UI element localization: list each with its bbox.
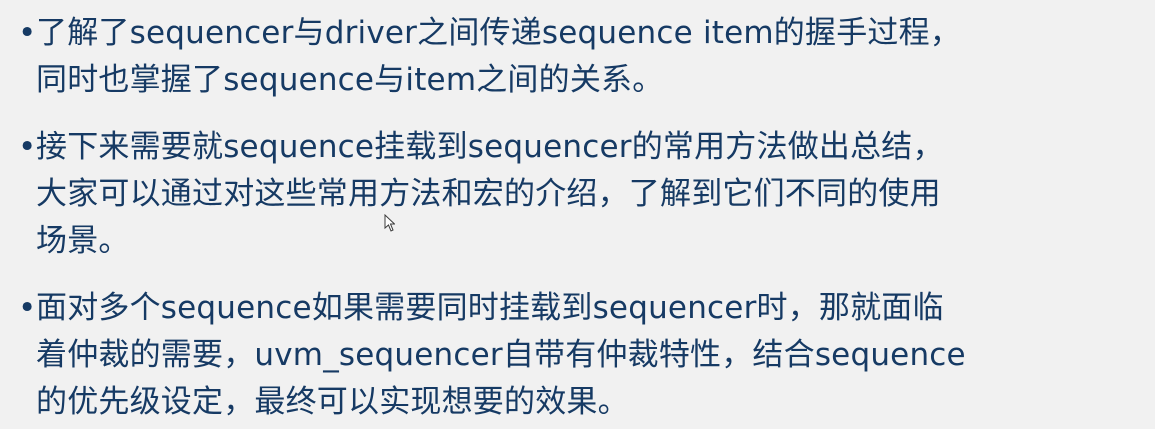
bullet-marker: • bbox=[18, 129, 37, 165]
bullet-1-line-1: 了解了sequencer与driver之间传递sequence item的握手过… bbox=[36, 15, 962, 51]
bullet-list: • 了解了sequencer与driver之间传递sequence item的握… bbox=[18, 10, 1142, 426]
bullet-item-2: • 接下来需要就sequence挂载到sequencer的常用方法做出总结， 大… bbox=[18, 124, 1142, 265]
bullet-marker: • bbox=[18, 290, 37, 326]
bullet-item-3: • 面对多个sequence如果需要同时挂载到sequencer时，那就面临 着… bbox=[18, 285, 1142, 426]
bullet-2-line-1: 接下来需要就sequence挂载到sequencer的常用方法做出总结， bbox=[36, 129, 944, 165]
bullet-2-line-2: 大家可以通过对这些常用方法和宏的介绍，了解到它们不同的使用 bbox=[36, 176, 941, 212]
slide-canvas: • 了解了sequencer与driver之间传递sequence item的握… bbox=[0, 0, 1155, 429]
bullet-marker: • bbox=[18, 15, 37, 51]
bullet-1-line-2: 同时也掌握了sequence与item之间的关系。 bbox=[36, 62, 664, 98]
bullet-item-1: • 了解了sequencer与driver之间传递sequence item的握… bbox=[18, 10, 1142, 104]
bullet-2-line-3: 场景。 bbox=[36, 223, 130, 259]
mouse-cursor-icon bbox=[384, 214, 395, 232]
bullet-3-line-1: 面对多个sequence如果需要同时挂载到sequencer时，那就面临 bbox=[36, 290, 944, 326]
bullet-3-line-3: 的优先级设定，最终可以实现想要的效果。 bbox=[36, 384, 629, 420]
bullet-3-line-2: 着仲裁的需要，uvm_sequencer自带有仲裁特性，结合sequence bbox=[36, 337, 966, 373]
